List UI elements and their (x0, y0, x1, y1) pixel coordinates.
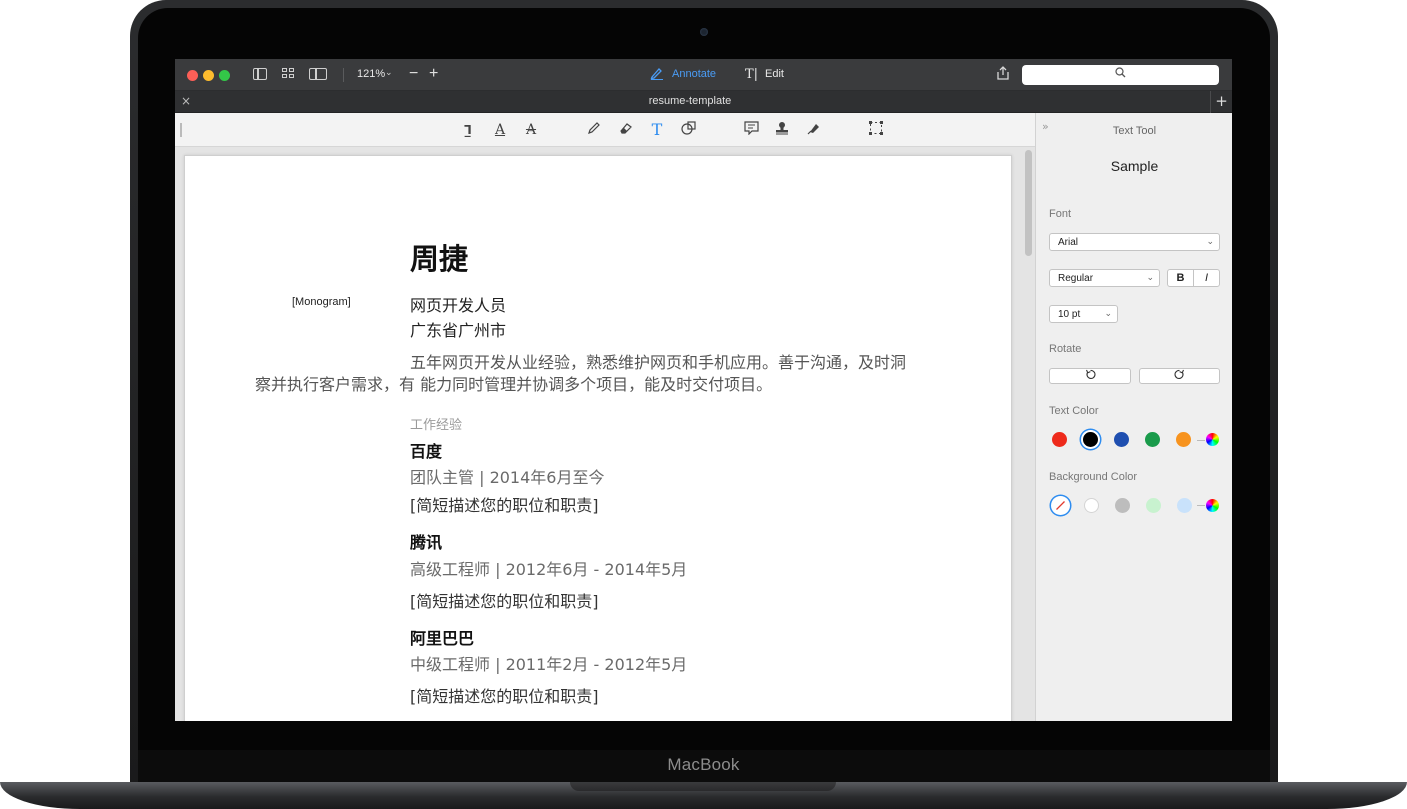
font-family-value: Arial (1058, 237, 1079, 248)
vertical-scrollbar[interactable] (1025, 150, 1032, 256)
background-color-swatch[interactable] (1115, 498, 1130, 513)
resume-city[interactable]: 广东省广州市 (410, 317, 506, 341)
toolbar-divider (343, 68, 344, 82)
text-color-label: Text Color (1049, 405, 1099, 417)
font-size-select[interactable]: 10 pt ⌄ (1049, 305, 1118, 323)
resume-name[interactable]: 周捷 (410, 236, 468, 278)
app-window: 121% ⌄ − + Annotate T| Edit × resume-tem… (175, 59, 1232, 721)
rotate-left-button[interactable] (1049, 368, 1131, 384)
camera (700, 28, 708, 36)
minimize-window-button[interactable] (203, 70, 214, 81)
rotate-label: Rotate (1049, 343, 1082, 355)
stamp-icon[interactable] (773, 121, 791, 139)
rotate-right-button[interactable] (1139, 368, 1220, 384)
job-company[interactable]: 百度 (410, 438, 442, 462)
bold-button[interactable]: B (1167, 269, 1194, 287)
background-color-swatch[interactable] (1084, 498, 1099, 513)
italic-button[interactable]: I (1193, 269, 1220, 287)
text-color-swatch[interactable] (1083, 432, 1098, 447)
job-description[interactable]: [简短描述您的职位和职责] (410, 588, 599, 612)
document-tab-title[interactable]: resume-template (175, 95, 1205, 107)
document-canvas[interactable]: 周捷 [Monogram] 网页开发人员 广东省广州市 五年网页开发从业经验，熟… (175, 147, 1035, 721)
edit-mode-button[interactable]: Edit (765, 68, 784, 80)
edit-text-icon[interactable]: T| (745, 67, 758, 82)
note-icon[interactable] (742, 121, 760, 139)
custom-text-color-wheel[interactable] (1206, 433, 1219, 446)
resume-monogram[interactable]: [Monogram] (292, 296, 351, 308)
close-window-button[interactable] (187, 70, 198, 81)
swatch-divider (1197, 440, 1205, 441)
laptop-brand: MacBook (667, 755, 740, 774)
laptop-base-notch (570, 782, 836, 791)
fullscreen-window-button[interactable] (219, 70, 230, 81)
chevron-down-icon: ⌄ (1206, 236, 1214, 246)
job-company[interactable]: 阿里巴巴 (410, 625, 474, 649)
job-company[interactable]: 腾讯 (410, 529, 442, 553)
pencil-icon[interactable] (585, 121, 603, 139)
resume-summary-line-2[interactable]: 察并执行客户需求，有 能力同时管理并协调多个项目，能及时交付项目。 (255, 371, 772, 395)
job-position[interactable]: 中级工程师 | 2011年2月 - 2012年5月 (410, 651, 687, 675)
background-color-label: Background Color (1049, 471, 1138, 483)
text-color-swatch[interactable] (1052, 432, 1067, 447)
zoom-dropdown-icon[interactable]: ⌄ (385, 68, 393, 78)
job-position[interactable]: 高级工程师 | 2012年6月 - 2014年5月 (410, 556, 687, 580)
rotate-left-icon (1085, 369, 1096, 383)
zoom-in-button[interactable]: + (429, 65, 438, 83)
new-tab-button[interactable]: + (1210, 91, 1232, 113)
thumbnail-grid-icon[interactable] (282, 68, 296, 80)
selection-icon[interactable] (867, 121, 885, 139)
font-size-value: 10 pt (1058, 309, 1081, 320)
text-color-swatch[interactable] (1145, 432, 1160, 447)
sidebar-toggle-icon[interactable] (253, 68, 267, 80)
font-family-select[interactable]: Arial ⌄ (1049, 233, 1220, 251)
no-background-color-swatch[interactable] (1053, 498, 1068, 513)
font-style-select[interactable]: Regular ⌄ (1049, 269, 1160, 287)
document-tab-bar: × resume-template + (175, 91, 1232, 113)
text-tool-icon[interactable]: T (648, 121, 666, 139)
zoom-out-button[interactable]: − (409, 65, 418, 83)
job-description[interactable]: [简短描述您的职位和职责] (410, 492, 599, 516)
job-position[interactable]: 团队主管 | 2014年6月至今 (410, 464, 604, 488)
search-input[interactable] (1022, 65, 1219, 85)
resume-summary-line-1[interactable]: 五年网页开发从业经验，熟悉维护网页和手机应用。善于沟通，及时洞 (410, 349, 906, 373)
font-sample-preview: Sample (1110, 158, 1159, 174)
section-title-experience[interactable]: 工作经验 (410, 414, 462, 433)
chevron-down-icon: ⌄ (1104, 308, 1112, 318)
swatch-divider (1197, 505, 1205, 506)
share-icon[interactable] (997, 66, 1009, 84)
annotate-mode-button[interactable]: Annotate (672, 68, 716, 80)
window-titlebar: 121% ⌄ − + Annotate T| Edit (175, 59, 1232, 91)
job-description[interactable]: [简短描述您的职位和职责] (410, 683, 599, 707)
signature-icon[interactable] (805, 121, 823, 139)
shapes-icon[interactable] (680, 121, 698, 139)
background-color-swatch[interactable] (1177, 498, 1192, 513)
custom-background-color-wheel[interactable] (1206, 499, 1219, 512)
text-tool-panel: » Text Tool Sample Font Arial ⌄ Regular … (1035, 113, 1232, 721)
zoom-level[interactable]: 121% (357, 68, 385, 80)
font-label: Font (1049, 208, 1072, 220)
background-color-swatch[interactable] (1146, 498, 1161, 513)
text-color-swatch[interactable] (1114, 432, 1129, 447)
chevron-down-icon: ⌄ (1146, 272, 1154, 282)
two-page-view-icon[interactable] (309, 68, 327, 80)
pdf-page[interactable]: 周捷 [Monogram] 网页开发人员 广东省广州市 五年网页开发从业经验，熟… (184, 155, 1012, 721)
highlight-icon[interactable]: A (491, 121, 509, 139)
text-box-icon[interactable]: Ꞁ̲ (459, 121, 477, 139)
search-icon (1115, 67, 1126, 81)
strikethrough-icon[interactable]: A (522, 121, 540, 139)
rotate-right-icon (1174, 369, 1185, 383)
toolbar-grip[interactable] (180, 123, 182, 137)
text-color-swatch[interactable] (1176, 432, 1191, 447)
annotate-icon[interactable] (650, 67, 664, 84)
annotation-toolbar: Ꞁ̲ A A T (175, 113, 1035, 147)
font-style-value: Regular (1058, 273, 1094, 284)
eraser-icon[interactable] (617, 121, 635, 139)
resume-role[interactable]: 网页开发人员 (410, 292, 506, 316)
panel-title: Text Tool (1112, 125, 1157, 137)
